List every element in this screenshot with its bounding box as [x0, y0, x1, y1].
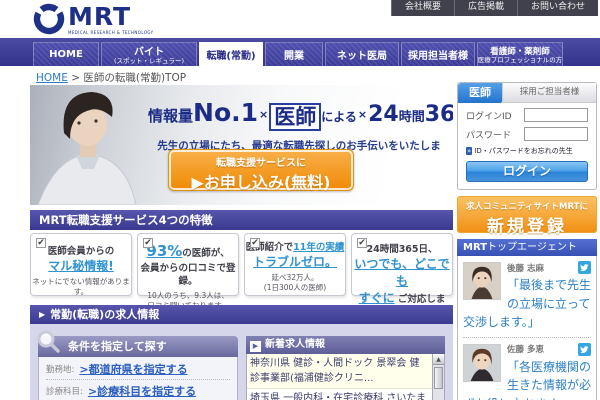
- feature-zero-trouble: ✔ 医師紹介で11年の実績 トラブルゼロ。 延べ32万人。 (1日300人の医師…: [244, 233, 346, 296]
- password-label: パスワード: [466, 128, 511, 141]
- agent-photo: [463, 344, 501, 382]
- register-button[interactable]: 求人コミュニティサイトMRTに 新規登録: [457, 196, 597, 233]
- prefecture-link[interactable]: >都道府県を指定する: [79, 361, 187, 377]
- breadcrumb-separator: >: [71, 72, 80, 84]
- features-row: ✔ 医師会員からの マル秘情報! ネットにでない情報があります。 ✔ 93%の医…: [30, 233, 453, 296]
- top-agents-header: MRTトップエージェント: [457, 239, 597, 256]
- new-jobs-box: ▶新着求人情報 神奈川県 健診・人間ドック 景翠会 健診事業部(福浦健診クリニ.…: [246, 336, 445, 400]
- agent-card: 後藤 志麻 「最後まで先生の立場に立って交渉します。」: [463, 261, 591, 338]
- agent-name: 佐藤 多恵: [507, 343, 544, 355]
- feature-secret-info: ✔ 医師会員からの マル秘情報! ネットにでない情報があります。: [30, 233, 132, 296]
- scroll-up-button[interactable]: ▲: [433, 354, 444, 365]
- agent-name: 後藤 志麻: [507, 262, 544, 274]
- search-icon: [36, 329, 62, 355]
- play-icon: ▶: [250, 341, 261, 352]
- sidebar: 医師 採用ご担当者様 ログインID パスワード »ID・パスワードをお忘れの先生…: [457, 82, 597, 400]
- jobs-section-header: ▶常勤(転職)の求人情報: [30, 305, 453, 325]
- hero-headline: 情報量No.1×医師による×24時間365日: [148, 98, 450, 131]
- company-link[interactable]: 会社概要: [391, 0, 454, 16]
- doctor-photo: [30, 85, 148, 205]
- apply-cta-button[interactable]: 転職支援サービスに ▶お申し込み(無料): [168, 149, 354, 191]
- agent-card: 佐藤 多恵 「各医療機関の生きた情報が必ずお役に立ちます。」: [463, 343, 591, 400]
- scrollbar-thumb[interactable]: [434, 367, 443, 389]
- page: MRT MEDICAL RESEARCH & TECHNOLOGY 会社概要 広…: [0, 0, 600, 400]
- main-nav: HOME バイト (スポット・レギュラー) 転職(常勤) 開業 ネット医局 採用…: [0, 38, 600, 66]
- agent-photo: [463, 262, 501, 300]
- hero-banner: 情報量No.1×医師による×24時間365日 先生の立場にたち、最適な転職先探し…: [30, 85, 453, 205]
- feature-24-365: ✔ 24時間365日、 いつでも、どこでも すぐに ご対応します。: [351, 233, 453, 296]
- new-jobs-header: ▶新着求人情報: [246, 336, 445, 354]
- nav-tab-recruiters[interactable]: 採用担当者様: [401, 42, 475, 66]
- login-tab-doctor[interactable]: 医師: [458, 83, 502, 103]
- nav-tab-parttime[interactable]: バイト (スポット・レギュラー): [101, 42, 197, 66]
- specialty-link[interactable]: >診療科目を指定する: [88, 383, 196, 399]
- top-agents-list: 後藤 志麻 「最後まで先生の立場に立って交渉します。」 佐藤 多恵: [457, 256, 597, 400]
- breadcrumb-current: 医師の転職(常勤)TOP: [83, 72, 186, 84]
- play-icon: ▶: [39, 310, 45, 319]
- search-row-specialty: 診療科目: >診療科目を指定する: [46, 380, 230, 400]
- nav-tab-home[interactable]: HOME: [33, 42, 99, 66]
- search-row-location: 勤務地: >都道府県を指定する: [46, 358, 230, 380]
- job-listing[interactable]: 神奈川県 健診・人間ドック 景翠会 健診事業部(福浦健診クリニ...: [247, 354, 432, 389]
- check-icon: ✔: [36, 238, 46, 248]
- twitter-icon[interactable]: [578, 343, 591, 356]
- job-list-scrollbar[interactable]: ▲: [432, 354, 444, 400]
- nav-tab-nurses[interactable]: 看護師・薬剤師 医療プロフェッショナルの方: [477, 42, 563, 66]
- feature-word-of-mouth: ✔ 93%の医師が、 会員からの口コミで登録。 10人のうち、9.3人は、 口コ…: [137, 233, 239, 296]
- breadcrumb: HOME > 医師の転職(常勤)TOP: [36, 70, 186, 85]
- check-icon: ✔: [143, 238, 153, 248]
- nav-tab-net-ikyoku[interactable]: ネット医局: [325, 42, 399, 66]
- login-tab-recruiter[interactable]: 採用ご担当者様: [502, 83, 596, 103]
- chevrons-icon: »: [466, 147, 472, 155]
- forgot-password-link[interactable]: »ID・パスワードをお忘れの先生: [458, 141, 596, 156]
- contact-link[interactable]: お問い合わせ: [517, 0, 598, 16]
- breadcrumb-home-link[interactable]: HOME: [36, 72, 68, 84]
- job-search-box: 条件を指定して探す 勤務地: >都道府県を指定する 診療科目: >診療科目を指定…: [38, 336, 238, 400]
- job-search-header: 条件を指定して探す: [38, 336, 238, 357]
- check-icon: ✔: [357, 238, 367, 248]
- mrt-logo[interactable]: MRT MEDICAL RESEARCH & TECHNOLOGY: [33, 3, 154, 35]
- mrt-logo-icon: [33, 3, 65, 35]
- advertising-link[interactable]: 広告掲載: [454, 0, 517, 16]
- password-input[interactable]: [524, 127, 588, 141]
- jobs-panel: 条件を指定して探す 勤務地: >都道府県を指定する 診療科目: >診療科目を指定…: [30, 324, 453, 400]
- login-button[interactable]: ログイン: [466, 161, 588, 182]
- features-section-header: MRT転職支援サービス4つの特徴: [30, 210, 453, 230]
- utility-nav: 会社概要 広告掲載 お問い合わせ: [391, 0, 598, 16]
- job-listing[interactable]: 埼玉県 一般内科・在宅診療科 さいたまホ: [247, 389, 432, 400]
- logo-text: MRT: [68, 4, 154, 29]
- nav-tab-career-active[interactable]: 転職(常勤): [199, 42, 263, 66]
- nav-tab-practice[interactable]: 開業: [265, 42, 323, 66]
- login-box: 医師 採用ご担当者様 ログインID パスワード »ID・パスワードをお忘れの先生…: [457, 82, 597, 190]
- twitter-icon[interactable]: [578, 261, 591, 274]
- check-icon: ✔: [250, 238, 260, 248]
- login-id-label: ログインID: [466, 109, 512, 122]
- logo-tagline: MEDICAL RESEARCH & TECHNOLOGY: [68, 30, 154, 35]
- login-id-input[interactable]: [524, 108, 588, 122]
